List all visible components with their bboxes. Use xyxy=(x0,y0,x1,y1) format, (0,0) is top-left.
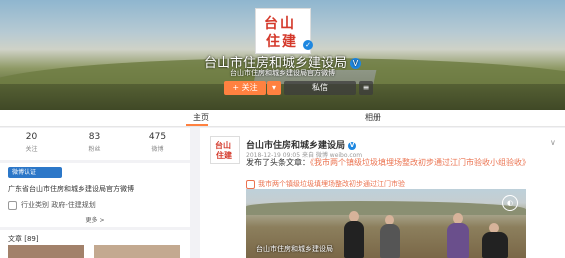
industry-category: 行业类别 政府-住建规划 xyxy=(8,200,96,210)
chevron-down-icon[interactable]: ∨ xyxy=(550,138,556,147)
stat-label: 粉丝 xyxy=(88,146,101,153)
stat-posts[interactable]: 475 微博 xyxy=(126,132,189,153)
person-figure xyxy=(380,224,400,258)
post-text-prefix: 发布了头条文章： xyxy=(246,158,310,167)
article-thumbnail[interactable] xyxy=(94,245,180,258)
person-figure xyxy=(447,223,469,258)
profile-info-panel: 微博认证 广东省台山市住房和城乡建设局官方微博 行业类别 政府-住建规划 更多 … xyxy=(0,163,190,227)
stats-panel: 20 关注 83 粉丝 475 微博 xyxy=(0,128,190,160)
stat-followers[interactable]: 83 粉丝 xyxy=(63,132,126,153)
profile-bio: 广东省台山市住房和城乡建设局官方微博 xyxy=(8,185,134,193)
stat-number: 475 xyxy=(148,132,167,142)
tab-album[interactable]: 相册 xyxy=(365,110,381,126)
post-link-text: 我市两个镇级垃圾填埋场整改初步通过江门市验 xyxy=(258,180,405,188)
follow-dropdown-icon[interactable]: ▾ xyxy=(267,81,281,95)
video-hill xyxy=(246,201,526,215)
stat-label: 关注 xyxy=(25,146,38,153)
page-description: 台山市住房和城乡建设局官方微博 xyxy=(230,69,335,77)
post-link[interactable]: 我市两个镇级垃圾填埋场整改初步通过江门市验 xyxy=(246,179,405,189)
articles-panel: 文章 [89] xyxy=(0,230,190,258)
more-link[interactable]: 更多 > xyxy=(0,215,190,224)
follow-button[interactable]: + 关注 xyxy=(224,81,266,95)
active-tab-indicator xyxy=(186,124,208,126)
category-text: 行业类别 政府-住建规划 xyxy=(21,201,96,209)
verified-badge-icon: V xyxy=(348,141,357,150)
person-figure xyxy=(344,221,364,258)
video-watermark: 台山市住房和城乡建设局 xyxy=(256,245,333,253)
post-avatar-line2: 住建 xyxy=(216,150,232,160)
video-control-icon[interactable]: ◐ xyxy=(502,195,518,211)
stat-following[interactable]: 20 关注 xyxy=(0,132,63,153)
post-avatar[interactable]: 台山 住建 xyxy=(210,136,240,164)
stat-number: 20 xyxy=(25,132,38,142)
article-thumbnail[interactable] xyxy=(8,245,84,258)
cover-banner: 台山 住建 ✓ 台山市住房和城乡建设局 V 台山市住房和城乡建设局官方微博 + 关… xyxy=(0,0,565,110)
category-icon xyxy=(8,200,17,210)
verified-icon: ✓ xyxy=(303,40,313,50)
cover-grass xyxy=(0,84,565,110)
message-button[interactable]: 私信 xyxy=(284,81,356,95)
stat-label: 微博 xyxy=(151,146,164,153)
post-article-link[interactable]: 《我市两个镇级垃圾填埋场整改初步通过江门市验收小组验收》 xyxy=(310,158,530,167)
avatar-text-line2: 住建 xyxy=(266,34,298,50)
stat-number: 83 xyxy=(88,132,101,142)
profile-tabs: 主页 相册 xyxy=(0,110,565,127)
post-text: 发布了头条文章：《我市两个镇级垃圾填埋场整改初步通过江门市验收小组验收》 xyxy=(246,158,546,168)
link-icon xyxy=(246,179,255,189)
verification-tag[interactable]: 微博认证 xyxy=(8,167,62,178)
post-video[interactable]: 台山市住房和城乡建设局 ◐ xyxy=(246,189,526,258)
avatar-text-line1: 台山 xyxy=(264,16,296,32)
articles-heading[interactable]: 文章 [89] xyxy=(8,234,39,244)
person-figure xyxy=(482,232,508,258)
more-menu-icon[interactable]: ≡ xyxy=(359,81,373,95)
feed-post: 台山 住建 台山市住房和城乡建设局 V ∨ 2018-12-19 09:05 来自… xyxy=(200,128,565,258)
